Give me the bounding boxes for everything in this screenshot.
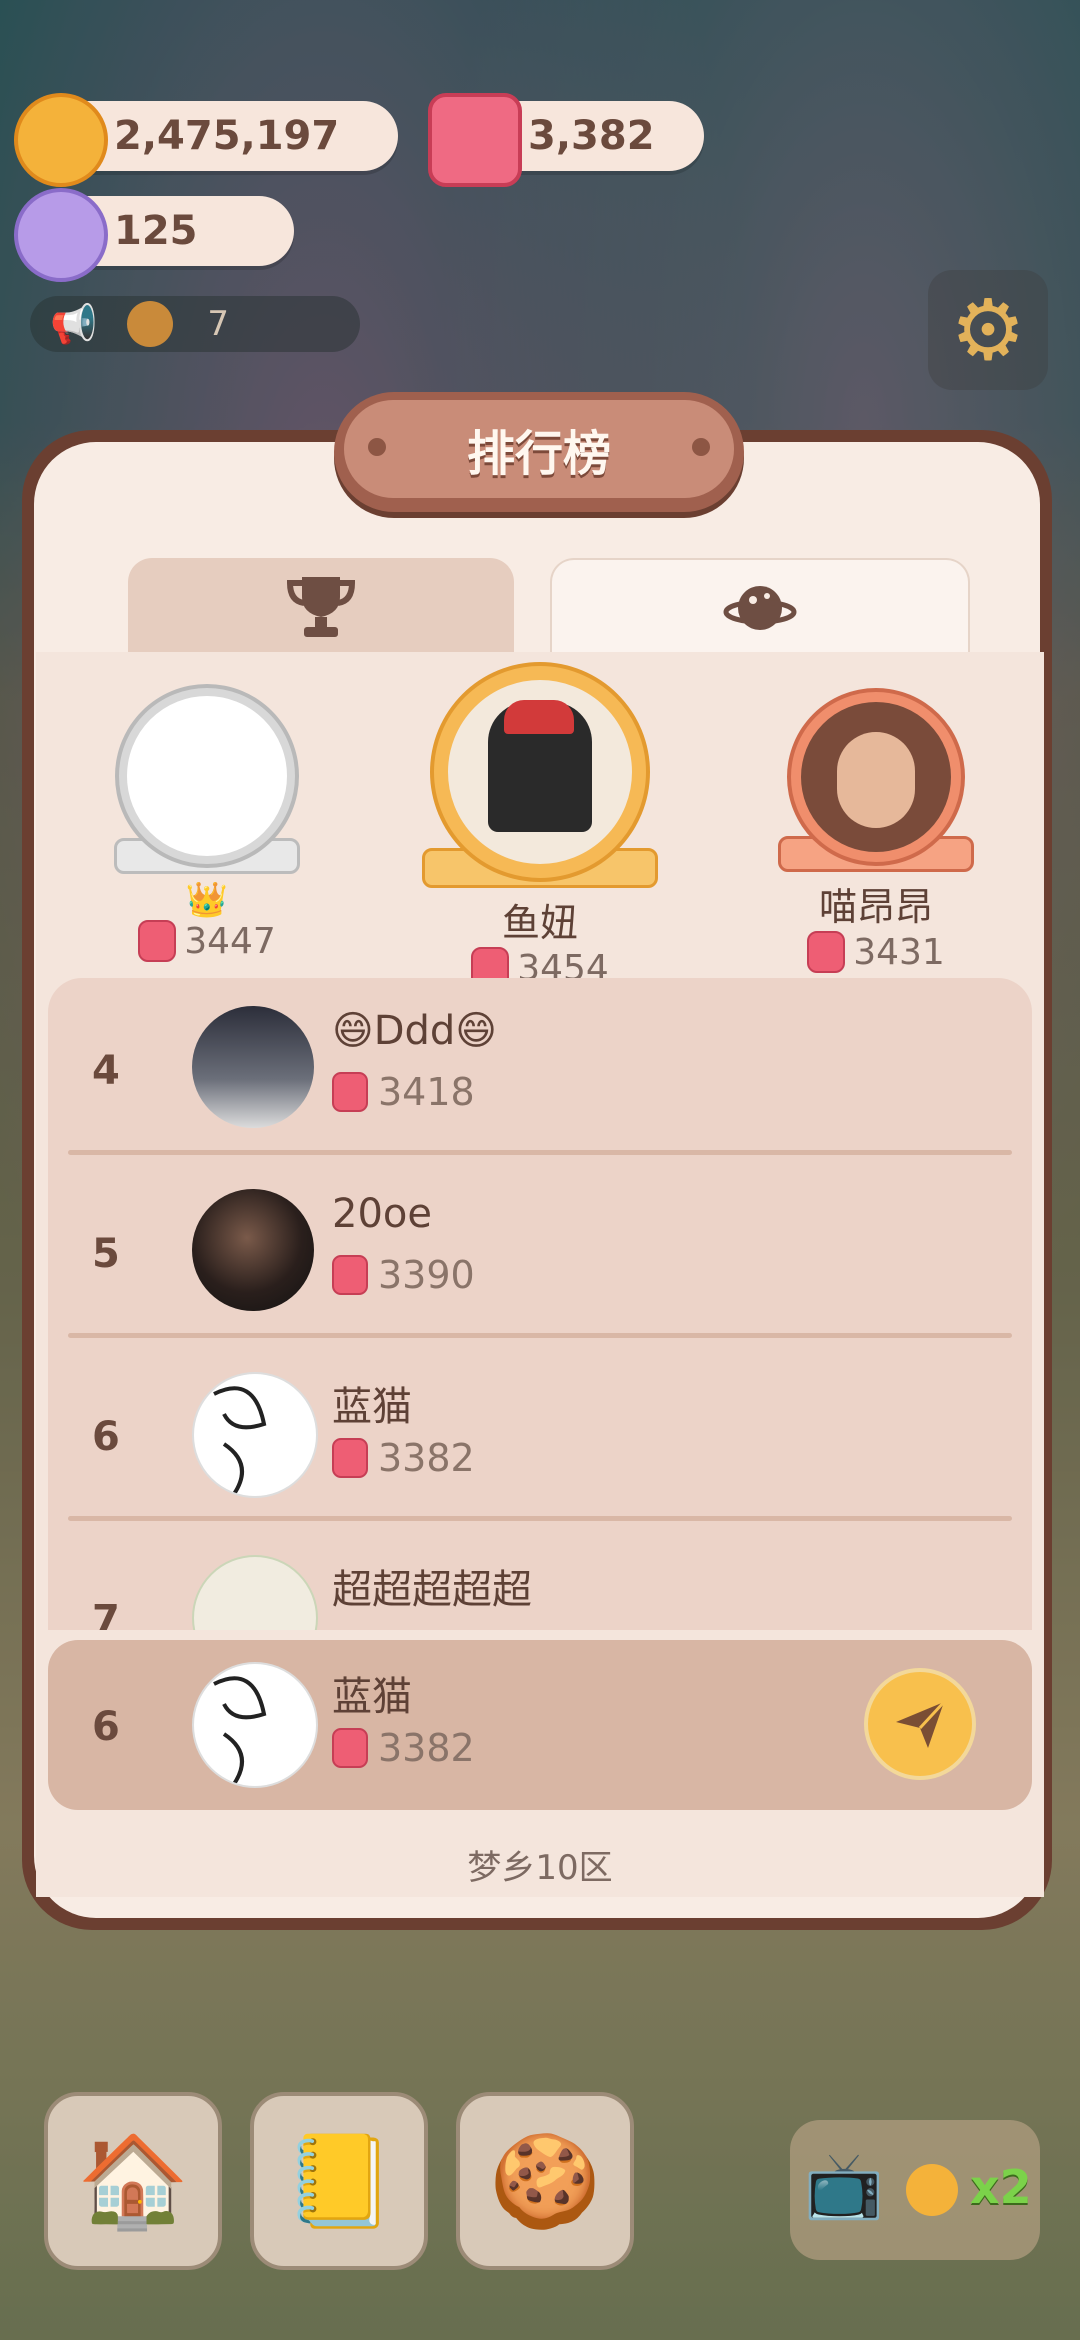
banner-rivet-left xyxy=(368,438,386,456)
row-name: 20oe xyxy=(332,1191,432,1237)
my-score-line: 3382 xyxy=(332,1726,475,1770)
row-rank: 6 xyxy=(92,1414,120,1460)
gem-value: 125 xyxy=(114,208,198,254)
candy-gem-icon xyxy=(14,188,108,282)
row-divider xyxy=(68,1516,1012,1521)
gem-counter: 125 xyxy=(14,188,294,282)
row-rank: 7 xyxy=(92,1597,120,1630)
row-score-line: 3382 xyxy=(332,1436,475,1480)
notice-count: 7 xyxy=(207,304,229,344)
avatar-frame-bronze xyxy=(791,692,961,862)
ranking-list[interactable]: 4 😄Ddd😄 3418 5 20oe 3390 6 蓝猫 3382 7 超超超… xyxy=(48,978,1032,1630)
row-name: 超超超超超 xyxy=(332,1567,532,1613)
avatar-frame-silver xyxy=(119,688,295,864)
tab-trophy[interactable] xyxy=(128,558,514,654)
candle-icon xyxy=(807,931,846,973)
row-score-line: 3390 xyxy=(332,1253,475,1297)
row-rank: 5 xyxy=(92,1231,120,1277)
podium-3-score-line: 3431 xyxy=(776,931,976,973)
crown-icon: 👑 xyxy=(185,880,229,920)
row-score: 3382 xyxy=(378,1436,475,1480)
podium-2-score-line: 3447 xyxy=(112,920,302,962)
candle-icon xyxy=(332,1072,368,1112)
diary-heart-icon: 📒 xyxy=(282,2128,396,2234)
cookie-icon xyxy=(127,301,174,347)
x2-label: x2 xyxy=(970,2160,1032,2214)
coin-icon xyxy=(14,93,108,187)
podium-3-score: 3431 xyxy=(853,931,945,973)
planet-icon xyxy=(723,586,797,630)
server-label: 梦乡10区 xyxy=(467,1848,613,1888)
leaderboard-title: 排行榜 xyxy=(466,426,611,482)
my-avatar xyxy=(192,1662,318,1788)
coin-value: 2,475,197 xyxy=(114,113,340,159)
my-score: 3382 xyxy=(378,1726,475,1770)
podium-rank-2[interactable]: 👑 3447 xyxy=(112,688,302,962)
podium-2-score: 3447 xyxy=(184,920,276,962)
row-name: 蓝猫 xyxy=(332,1384,412,1430)
coin-icon xyxy=(906,2164,958,2216)
avatar-floral xyxy=(192,1555,318,1630)
candle-value: 3,382 xyxy=(528,113,655,159)
megaphone-icon: 📢 xyxy=(50,301,98,346)
candle-icon xyxy=(138,920,177,962)
trophy-icon xyxy=(286,577,356,637)
my-rank-row[interactable]: 6 蓝猫 3382 xyxy=(48,1640,1032,1810)
list-item[interactable]: 5 20oe 3390 xyxy=(48,1161,1032,1344)
avatar-doodle xyxy=(192,1372,318,1498)
leaderboard-title-banner: 排行榜 xyxy=(334,392,744,512)
row-name: 😄Ddd😄 xyxy=(332,1008,497,1054)
announcement-bar[interactable]: 📢 7 xyxy=(30,296,360,352)
video-double-reward-button[interactable]: 📺 x2 xyxy=(790,2120,1040,2260)
cookie-button[interactable]: 🍪 xyxy=(456,2092,634,2270)
avatar-miaoang xyxy=(837,732,915,828)
mushroom-house-icon: 🏠 xyxy=(76,2128,190,2234)
tab-planet[interactable] xyxy=(550,558,970,656)
row-divider xyxy=(68,1333,1012,1338)
cookie-plate-icon: 🍪 xyxy=(488,2128,602,2234)
gear-icon: ⚙ xyxy=(950,281,1026,379)
candle-counter: 3,382 xyxy=(428,93,704,187)
share-send-button[interactable] xyxy=(864,1668,976,1780)
my-rank: 6 xyxy=(92,1704,120,1750)
candle-icon xyxy=(332,1255,368,1295)
avatar-photo xyxy=(192,1189,314,1311)
candle-icon xyxy=(332,1438,368,1478)
podium-1-name: 鱼妞 xyxy=(501,901,578,945)
avatar-frame-gold xyxy=(434,666,646,878)
podium-rank-3[interactable]: 喵昂昂 3431 xyxy=(776,692,976,973)
santa-hat xyxy=(504,700,574,734)
coin-counter: 2,475,197 xyxy=(14,93,398,187)
candle-icon xyxy=(332,1728,368,1768)
list-item[interactable]: 7 超超超超超 xyxy=(48,1527,1032,1630)
row-divider xyxy=(68,1150,1012,1155)
row-rank: 4 xyxy=(92,1048,120,1094)
house-button[interactable]: 🏠 xyxy=(44,2092,222,2270)
row-score: 3418 xyxy=(378,1070,475,1114)
row-score-line: 3418 xyxy=(332,1070,475,1114)
settings-gear-button[interactable]: ⚙ xyxy=(928,270,1048,390)
list-item[interactable]: 4 😄Ddd😄 3418 xyxy=(48,978,1032,1161)
my-name: 蓝猫 xyxy=(332,1674,412,1720)
list-item[interactable]: 6 蓝猫 3382 xyxy=(48,1344,1032,1527)
row-score: 3390 xyxy=(378,1253,475,1297)
podium-rank-1[interactable]: 鱼妞 3454 xyxy=(420,666,660,989)
avatar-dog xyxy=(192,1006,314,1128)
diary-button[interactable]: 📒 xyxy=(250,2092,428,2270)
tv-icon: 📺 xyxy=(804,2149,884,2223)
podium-3-name: 喵昂昂 xyxy=(818,885,933,929)
paper-plane-icon xyxy=(896,1700,946,1748)
banner-rivet-right xyxy=(692,438,710,456)
candle-icon xyxy=(428,93,522,187)
